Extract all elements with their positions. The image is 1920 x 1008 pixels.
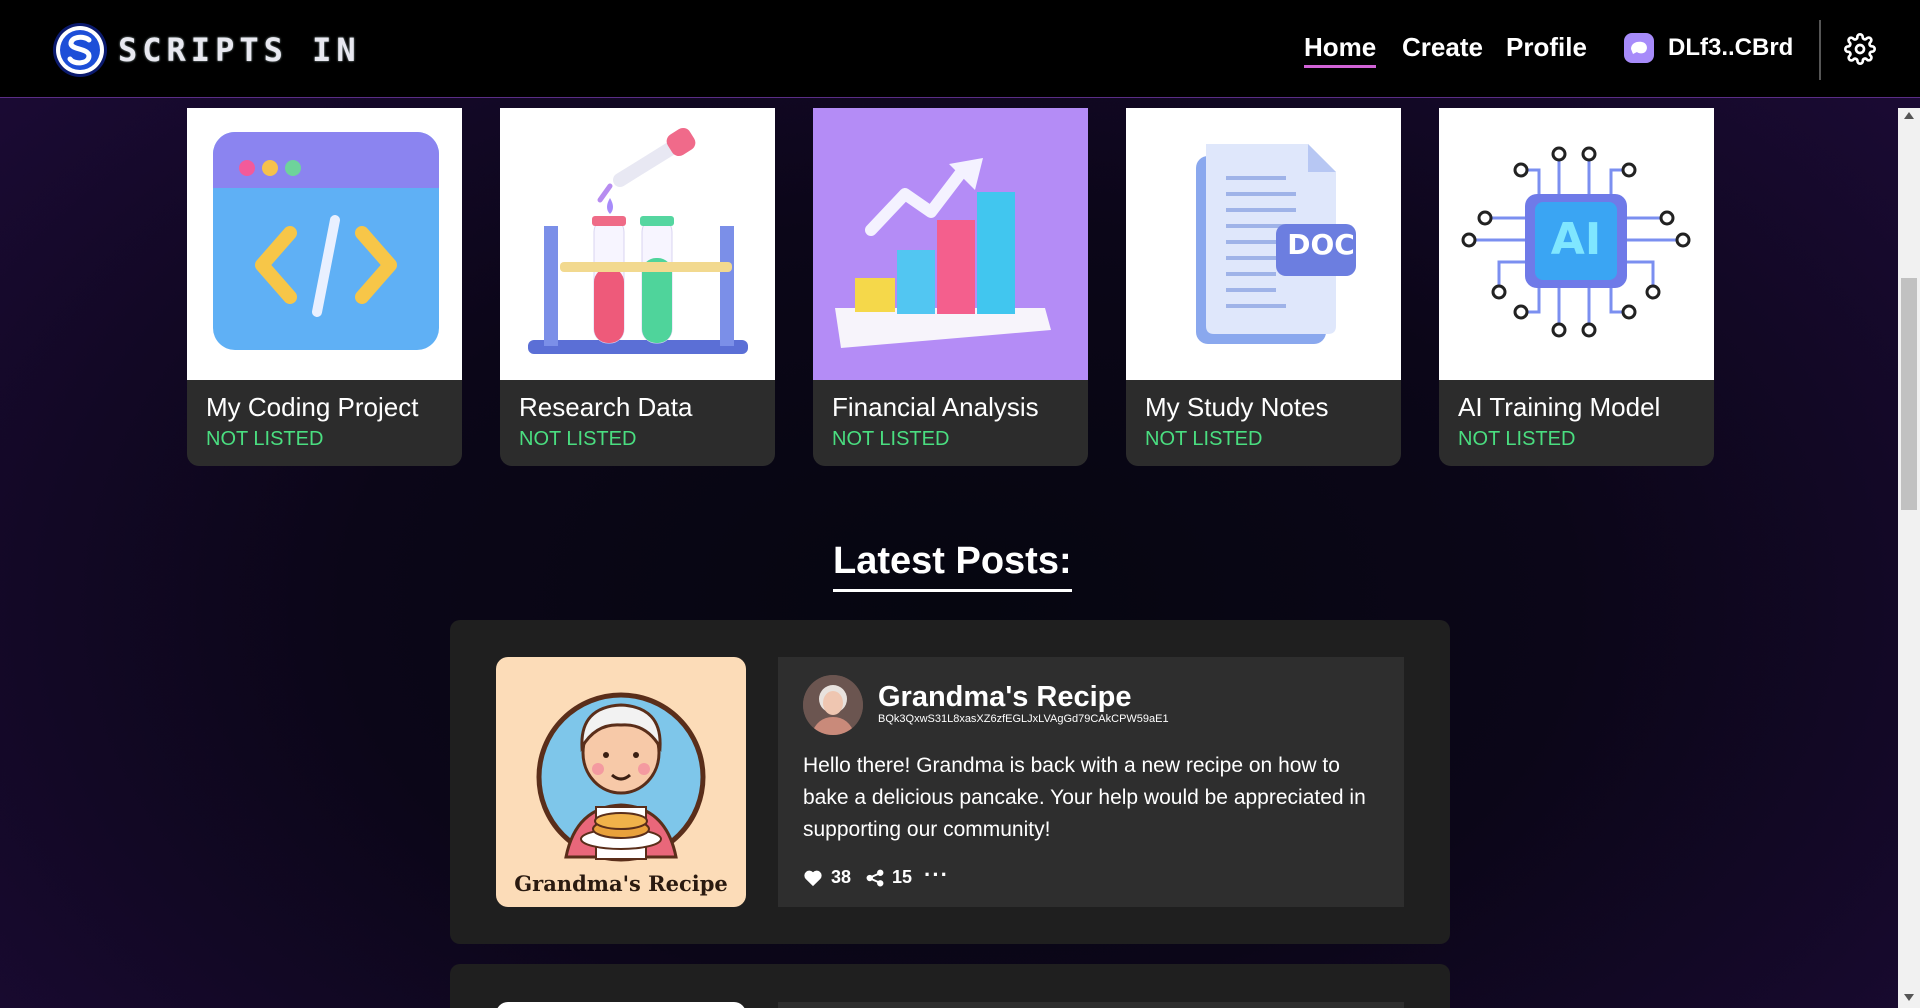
post-card: Grandma's Recipe Grandma's Recipe BQk3Qx…: [450, 620, 1450, 944]
card-status: NOT LISTED: [832, 428, 950, 450]
top-navbar: SCRIPTS IN Home Create Profile DLf3..CBr…: [0, 0, 1920, 98]
grandma-illustration: [536, 692, 706, 862]
scroll-up-arrow[interactable]: [1904, 112, 1914, 119]
project-card[interactable]: My Coding Project NOT LISTED: [187, 108, 462, 466]
post-title[interactable]: Grandma's Recipe: [878, 681, 1132, 714]
more-icon[interactable]: ···: [924, 864, 949, 886]
card-status: NOT LISTED: [519, 428, 637, 450]
header-divider: [1819, 20, 1821, 80]
latest-posts-heading: Latest Posts:: [833, 540, 1072, 592]
like-count: 38: [831, 867, 852, 887]
logo-icon: [53, 23, 107, 77]
post-image[interactable]: Grandma's Recipe: [496, 657, 746, 907]
bar-chart-icon: [835, 158, 1051, 348]
post-body: [778, 1002, 1404, 1008]
scroll-down-arrow[interactable]: [1904, 994, 1914, 1001]
scrollbar-track[interactable]: [1898, 108, 1920, 1008]
post-card: [450, 964, 1450, 1008]
card-image: [187, 108, 462, 380]
card-image: [813, 108, 1088, 380]
card-title: My Coding Project: [206, 392, 419, 422]
project-card[interactable]: DOC My Study Notes NOT LISTED: [1126, 108, 1401, 466]
card-title: AI Training Model: [1458, 392, 1661, 422]
card-title: Research Data: [519, 392, 693, 422]
logo[interactable]: SCRIPTS IN: [52, 22, 361, 78]
heart-icon: [804, 870, 822, 886]
post-image-caption: Grandma's Recipe: [514, 871, 728, 896]
card-status: NOT LISTED: [1458, 428, 1576, 450]
post-body: Grandma's Recipe BQk3QxwS31L8xasXZ6zfEGL…: [778, 657, 1404, 907]
post-image[interactable]: [496, 1002, 746, 1008]
project-card[interactable]: Research Data NOT LISTED: [500, 108, 775, 466]
share-count: 15: [892, 867, 913, 887]
wallet-address: DLf3..CBrd: [1668, 34, 1794, 61]
wallet-button[interactable]: DLf3..CBrd: [1624, 33, 1793, 63]
code-window-icon: [213, 132, 439, 350]
post-text: Hello there! Grandma is back with a new …: [803, 754, 1366, 841]
logo-text: SCRIPTS IN: [118, 31, 361, 69]
card-title: My Study Notes: [1145, 392, 1329, 422]
card-status: NOT LISTED: [206, 428, 324, 450]
doc-label: DOC: [1287, 228, 1355, 261]
project-card[interactable]: Financial Analysis NOT LISTED: [813, 108, 1088, 466]
gear-icon[interactable]: [1844, 33, 1876, 65]
share-button[interactable]: 15: [866, 867, 912, 888]
wallet-icon: [1624, 33, 1654, 63]
share-icon: [866, 869, 884, 886]
nav-create[interactable]: Create: [1402, 32, 1483, 63]
card-image: [500, 108, 775, 380]
card-status: NOT LISTED: [1145, 428, 1263, 450]
test-tubes-icon: [528, 127, 748, 354]
card-title: Financial Analysis: [832, 392, 1039, 422]
ai-label: AI: [1550, 214, 1602, 265]
post-author-address: BQk3QxwS31L8xasXZ6zfEGLJxLVAgGd79CAkCPW5…: [878, 713, 1169, 725]
scrollbar-thumb[interactable]: [1901, 278, 1917, 510]
document-icon: [1196, 144, 1356, 344]
avatar[interactable]: [803, 675, 863, 735]
nav-profile[interactable]: Profile: [1506, 32, 1587, 63]
like-button[interactable]: 38: [803, 867, 851, 888]
project-card[interactable]: AI AI Training Model NOT LISTED: [1439, 108, 1714, 466]
nav-home[interactable]: Home: [1304, 32, 1377, 68]
card-image: AI: [1439, 108, 1714, 380]
card-image: DOC: [1126, 108, 1401, 380]
